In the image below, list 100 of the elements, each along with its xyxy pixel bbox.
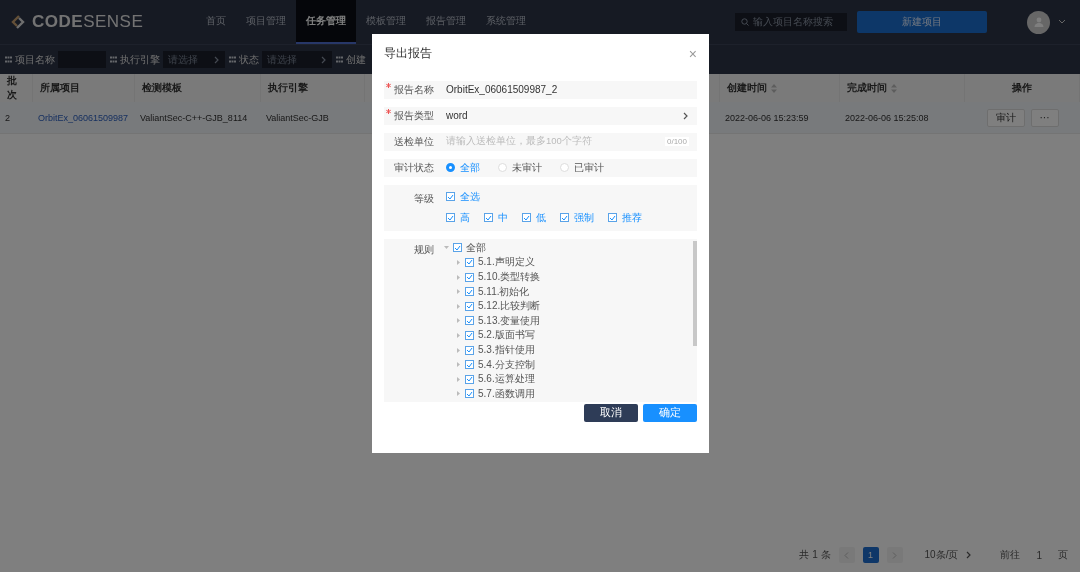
checkbox-option[interactable]: 推荐 bbox=[608, 210, 642, 225]
tree-item[interactable]: 5.11.初始化 bbox=[478, 284, 530, 299]
checkbox[interactable] bbox=[465, 374, 474, 384]
checkbox[interactable] bbox=[465, 301, 474, 311]
goto-field[interactable]: 1 bbox=[1036, 549, 1042, 561]
tree-item[interactable]: 5.13.变量使用 bbox=[478, 313, 541, 328]
field-label: 规则 bbox=[413, 242, 434, 257]
tree-item[interactable]: 5.3.指针使用 bbox=[478, 343, 535, 357]
cancel-button[interactable]: 取消 bbox=[584, 403, 638, 422]
chevron-right-icon bbox=[683, 111, 689, 120]
chevron-down-icon[interactable] bbox=[1058, 19, 1066, 25]
confirm-button[interactable]: 确定 bbox=[643, 403, 697, 422]
dialog-title: 导出报告 bbox=[384, 45, 432, 63]
column-header: 所属项目 bbox=[33, 74, 135, 102]
checkbox-option[interactable]: 中 bbox=[484, 210, 508, 225]
caret-icon[interactable] bbox=[456, 259, 461, 265]
checkbox[interactable] bbox=[465, 360, 474, 370]
table-cell: 2 bbox=[0, 102, 33, 134]
table-cell: 2022-06-06 15:25:08 bbox=[840, 102, 965, 134]
avatar[interactable] bbox=[1027, 10, 1050, 34]
table-cell: ValiantSec-C++-GJB_8114 bbox=[135, 102, 261, 134]
checkbox[interactable] bbox=[484, 213, 493, 223]
checkbox[interactable] bbox=[453, 243, 462, 253]
checkbox[interactable] bbox=[465, 272, 474, 282]
caret-icon[interactable] bbox=[456, 376, 461, 382]
caret-icon[interactable] bbox=[456, 318, 461, 324]
checkbox[interactable] bbox=[560, 213, 569, 223]
caret-icon[interactable] bbox=[456, 391, 461, 397]
table-cell: ValiantSec-GJB bbox=[261, 102, 365, 134]
drag-handle-icon bbox=[229, 56, 236, 63]
field-label: 审计状态 bbox=[393, 160, 434, 175]
page-size-select[interactable]: 10条/页 bbox=[924, 548, 959, 562]
total-count: 共 1 条 bbox=[799, 548, 831, 562]
tree-item[interactable]: 5.2.版面书写 bbox=[478, 328, 535, 343]
checkbox-option[interactable]: 低 bbox=[522, 210, 546, 225]
page-button[interactable]: 1 bbox=[862, 547, 879, 563]
tree-item[interactable]: 5.4.分支控制 bbox=[478, 357, 535, 372]
field-label: 报告类型 bbox=[384, 108, 434, 123]
name-field[interactable]: OrbitEx_06061509987_2 bbox=[446, 84, 558, 96]
caret-icon[interactable] bbox=[456, 274, 461, 280]
field-label: 报告名称 bbox=[384, 82, 434, 97]
scrollbar[interactable] bbox=[693, 240, 697, 346]
nav-tab[interactable]: 首页 bbox=[196, 0, 236, 44]
checkbox[interactable] bbox=[522, 213, 531, 223]
tree-item[interactable]: 5.12.比较判断 bbox=[478, 299, 541, 314]
caret-icon[interactable] bbox=[444, 245, 449, 251]
column-header: 完成时间 bbox=[840, 74, 965, 102]
radio-option[interactable]: 全部 bbox=[446, 160, 480, 175]
caret-icon[interactable] bbox=[456, 289, 461, 295]
checkbox-option[interactable]: 强制 bbox=[560, 210, 594, 225]
project-link[interactable]: OrbitEx_06061509987 bbox=[33, 102, 135, 134]
search-icon bbox=[741, 18, 749, 26]
drag-handle-icon bbox=[336, 56, 343, 63]
checkbox[interactable] bbox=[465, 257, 474, 267]
tree-item[interactable]: 5.6.运算处理 bbox=[478, 372, 535, 387]
close-button[interactable]: × bbox=[688, 45, 697, 62]
checkbox[interactable] bbox=[465, 316, 474, 326]
tree-item[interactable]: 5.1.声明定义 bbox=[478, 255, 535, 270]
checkbox[interactable] bbox=[465, 389, 474, 399]
logo-text: CODESENSE bbox=[32, 12, 144, 32]
more-button[interactable]: ··· bbox=[1030, 108, 1059, 127]
field-label: 送检单位 bbox=[393, 134, 434, 149]
radio-option[interactable]: 已审计 bbox=[560, 160, 604, 175]
column-header: 批次 bbox=[0, 74, 33, 102]
caret-icon[interactable] bbox=[456, 332, 461, 338]
chevron-right-icon bbox=[321, 55, 327, 64]
chevron-right-icon bbox=[966, 551, 973, 559]
goto-unit: 页 bbox=[1058, 548, 1068, 562]
tree-item[interactable]: 5.10.类型转换 bbox=[478, 270, 541, 285]
drag-handle-icon bbox=[5, 56, 12, 63]
checkbox[interactable] bbox=[446, 192, 455, 202]
table-cell: 2022-06-06 15:23:59 bbox=[720, 102, 840, 134]
column-header: 创建时间 bbox=[720, 74, 840, 102]
caret-icon[interactable] bbox=[456, 303, 461, 309]
checkbox[interactable] bbox=[446, 213, 455, 223]
nav-tab[interactable]: 任务管理 bbox=[296, 0, 356, 44]
sort-icon[interactable] bbox=[891, 83, 897, 93]
checkbox[interactable] bbox=[608, 213, 617, 223]
field-label: 等级 bbox=[413, 191, 434, 206]
checkbox[interactable] bbox=[465, 345, 474, 355]
goto-label: 前往 bbox=[1000, 548, 1021, 562]
type-select[interactable]: word bbox=[446, 110, 468, 122]
checkbox[interactable] bbox=[465, 330, 474, 340]
checkbox-option[interactable]: 高 bbox=[446, 210, 470, 225]
checkbox-option[interactable]: 全选 bbox=[446, 189, 480, 204]
sort-icon[interactable] bbox=[771, 83, 777, 93]
chevron-right-icon bbox=[214, 55, 220, 64]
char-counter: 0/100 bbox=[664, 137, 689, 147]
column-header: 操作 bbox=[965, 74, 1080, 102]
caret-icon[interactable] bbox=[456, 362, 461, 368]
tree-item[interactable]: 全部 bbox=[466, 240, 486, 255]
filter-label: 状态 bbox=[239, 52, 259, 67]
new-project-button[interactable]: 新建项目 bbox=[857, 11, 987, 33]
checkbox[interactable] bbox=[465, 287, 474, 297]
column-header: 执行引擎 bbox=[261, 74, 365, 102]
tree-item[interactable]: 5.7.函数调用 bbox=[478, 386, 535, 401]
radio-option[interactable]: 未审计 bbox=[498, 160, 542, 175]
audit-button[interactable]: 审计 bbox=[986, 108, 1025, 127]
column-header: 检测模板 bbox=[135, 74, 261, 102]
caret-icon[interactable] bbox=[456, 347, 461, 353]
